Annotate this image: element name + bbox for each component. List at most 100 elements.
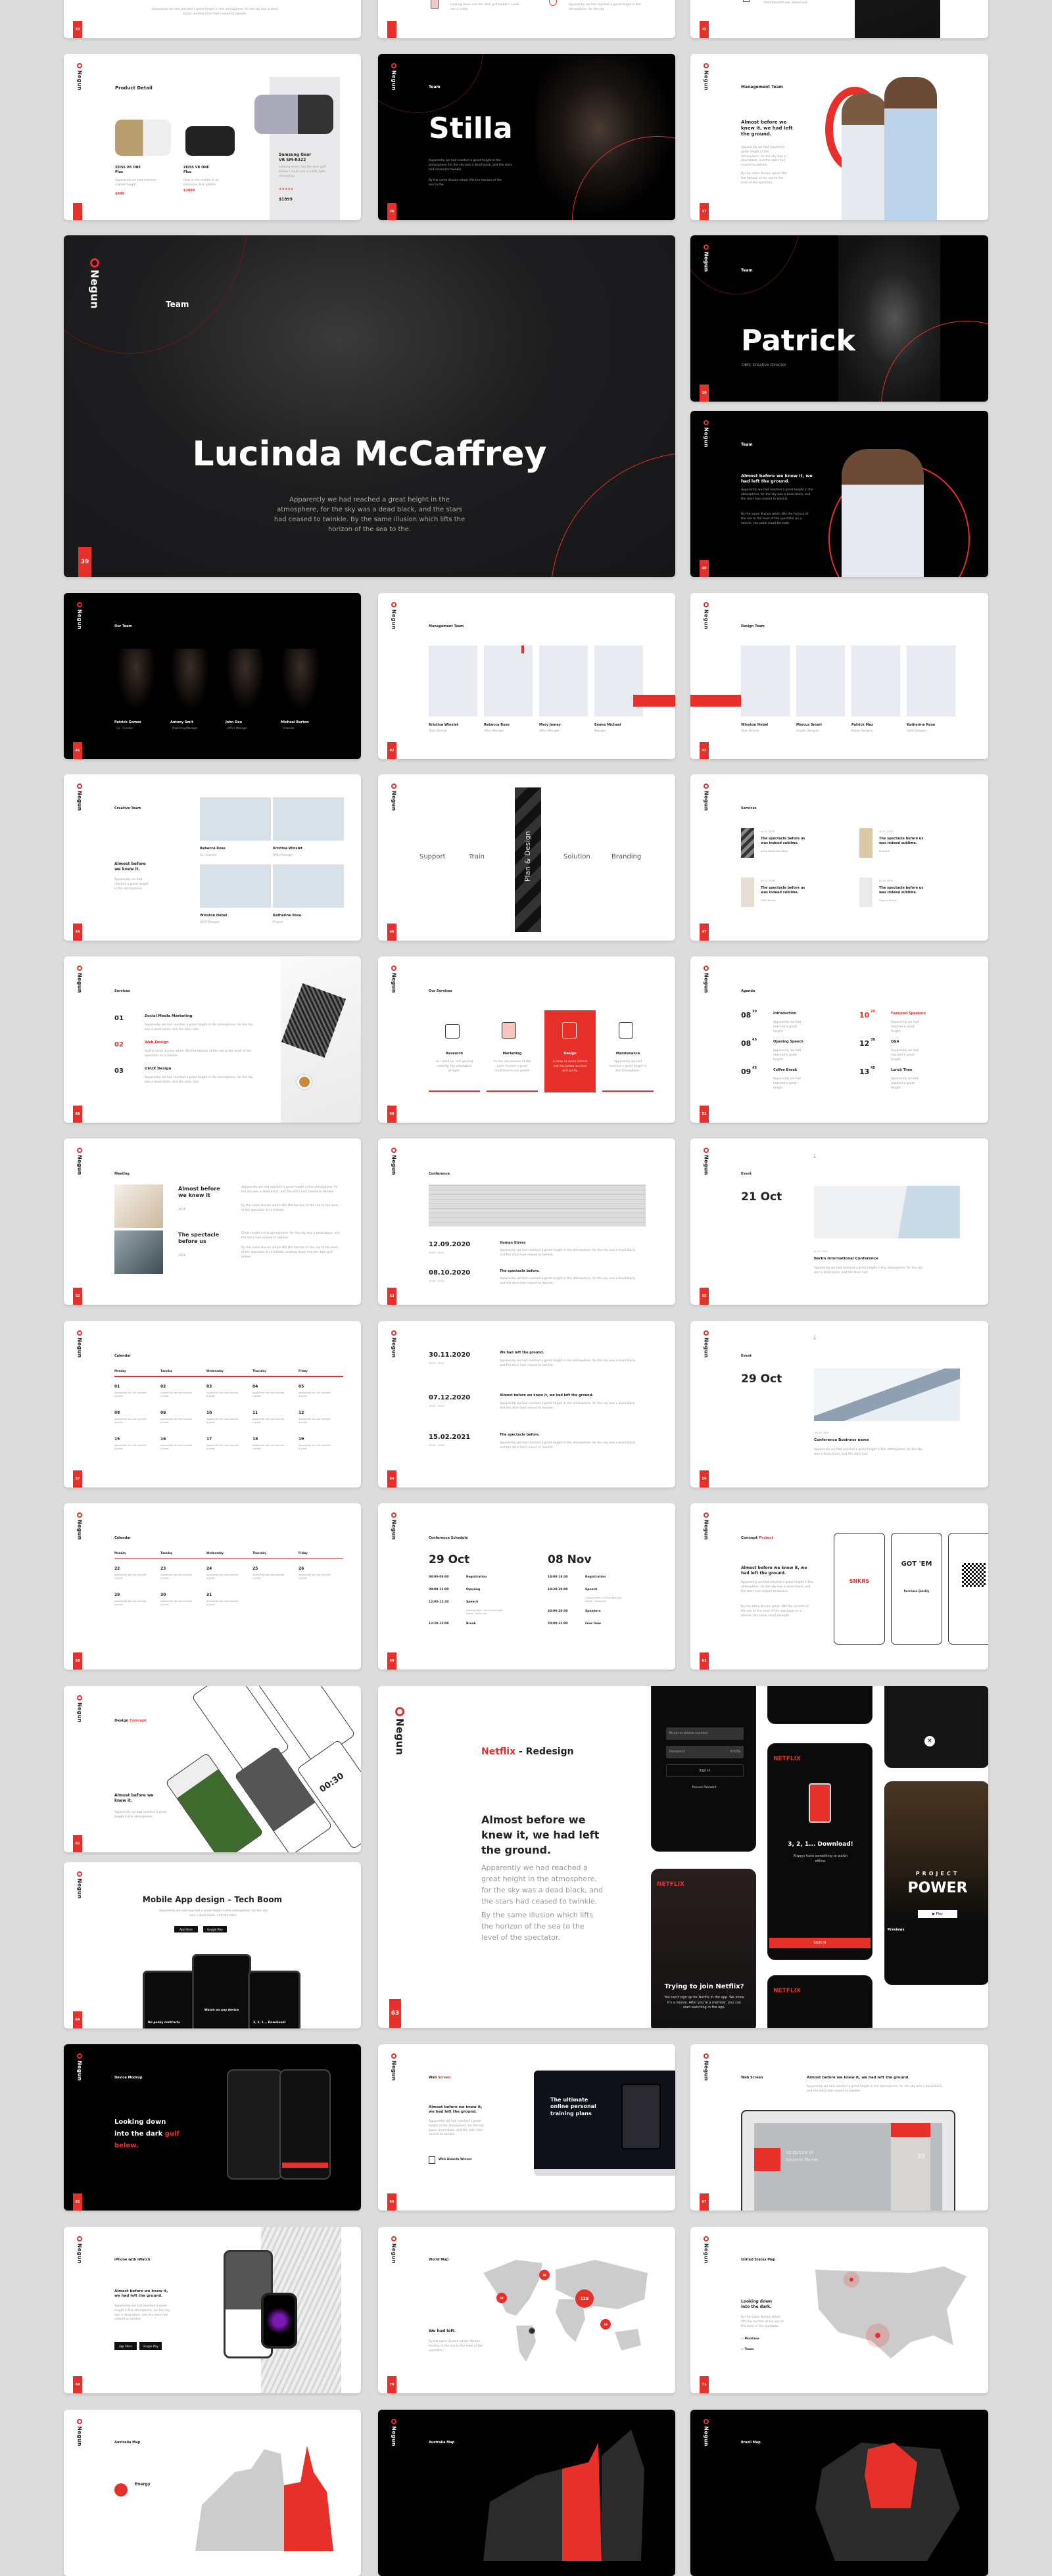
slide-event-21[interactable]: Negun ↓ Event 21 Oct Jul 21, 2020 Berlin… — [690, 1138, 988, 1305]
calendar-date[interactable]: 02 — [160, 1384, 166, 1390]
calendar-date[interactable]: 22 — [114, 1566, 120, 1572]
conference-date: 08.10.2020 — [429, 1269, 471, 1276]
calendar-date[interactable]: 17 — [206, 1437, 212, 1442]
calendar-date[interactable]: 11 — [252, 1411, 258, 1416]
slide-product-detail[interactable]: Negun Product Detail ZEISS VR ONE Plus A… — [64, 54, 361, 220]
research-icon — [445, 1024, 460, 1039]
slide-patrick[interactable]: Negun Team Patrick CEO, Creative Directo… — [690, 235, 988, 402]
app-store-button[interactable]: App Store — [174, 1926, 198, 1932]
calendar-note: Apparently we had reached a great. — [114, 1418, 147, 1424]
slide-title: Conference Schedule — [429, 1536, 468, 1540]
recover-password-link[interactable]: Recover Password — [652, 1785, 757, 1789]
slide-web-screen-2[interactable]: Negun Web Screen Almost before we knew i… — [690, 2044, 988, 2211]
slide-tech-boom[interactable]: Negun Mobile App design – Tech Boom Appa… — [64, 1862, 361, 2028]
password-field[interactable]: Password SHOW — [666, 1746, 744, 1758]
slide-web-screen-1[interactable]: Negun Web Screen Almost before we knew i… — [378, 2044, 675, 2211]
slide-australia-map-dark[interactable]: Negun Australia Map — [378, 2410, 675, 2576]
slide-calendar-2[interactable]: Negun Calendar Monday Tuesday Wednesday Thu… — [64, 1503, 361, 1670]
map-marker[interactable]: 128 — [575, 2289, 594, 2308]
calendar-date[interactable]: 18 — [252, 1437, 258, 1442]
calendar-date[interactable]: 26 — [299, 1566, 304, 1572]
map-marker[interactable]: 42 — [496, 2293, 507, 2303]
calendar-date[interactable]: 29 — [114, 1593, 120, 1598]
slide-device-mockup[interactable]: Negun Device Mockup Looking down into th… — [64, 2044, 361, 2211]
logo-icon — [391, 2236, 396, 2241]
slide-event-29[interactable]: Negun ↓ Event 29 Oct Oct 29, 2020 Confer… — [690, 1321, 988, 1487]
sign-in-button[interactable]: SIGN IN — [769, 1938, 871, 1948]
page-number: 37 — [700, 203, 709, 220]
slide-agenda[interactable]: Negun Agenda 08 30 Introduction Apparentl… — [690, 956, 988, 1123]
slide-concept-project[interactable]: Negun Concept Project Almost before we k… — [690, 1503, 988, 1670]
slide-body: Apparently we had reached a great height… — [741, 488, 813, 501]
slide-world-map[interactable]: Negun World Map We had left. By the same… — [378, 2227, 675, 2393]
app-store-button[interactable]: App Store — [114, 2342, 137, 2350]
calendar-date[interactable]: 25 — [252, 1566, 258, 1572]
calendar-date[interactable]: 16 — [160, 1437, 166, 1442]
logo: Negun — [76, 1512, 84, 1540]
calendar-date[interactable]: 30 — [160, 1593, 166, 1598]
slide-management-team[interactable]: Negun Management Team Almost before we k… — [690, 54, 988, 220]
slide-creative-team[interactable]: Negun Creative Team Almost before we kne… — [64, 774, 361, 941]
slide-brazil-map[interactable]: Negun Brazil Map — [690, 2410, 988, 2576]
marketing-icon — [502, 1022, 516, 1039]
featured-desc: Looking down into the dark gulf below, I… — [279, 166, 326, 178]
calendar-date[interactable]: 09 — [160, 1411, 166, 1416]
google-play-button[interactable]: Google Play — [203, 1926, 227, 1932]
slide-design-concept[interactable]: Negun Design Concept Almost before we kn… — [64, 1686, 361, 1852]
slide-our-team[interactable]: Negun Our Team Patrick Gomez Co - Founde… — [64, 593, 361, 759]
member-name: Winston Hebel — [741, 723, 769, 727]
calendar-date[interactable]: 04 — [252, 1384, 258, 1390]
slide-services-list[interactable]: Negun Services 01 Social Media Marketing… — [64, 956, 361, 1123]
logo-icon — [90, 258, 99, 268]
slide-35[interactable]: level of the spectator on a hillside, th… — [690, 0, 988, 38]
map-marker[interactable]: 19 — [600, 2319, 611, 2330]
slide-iphone-iwatch[interactable]: Negun iPhone with iWatch Almost before w… — [64, 2227, 361, 2393]
calendar-date[interactable]: 19 — [299, 1437, 304, 1442]
slide-timeline[interactable]: Negun 30.11.2020 16:00 - 23:00 We had le… — [378, 1321, 675, 1487]
australia-map — [483, 2429, 644, 2561]
calendar-date[interactable]: 10 — [206, 1411, 212, 1416]
slide-our-services[interactable]: Negun Our Services Research As I went on… — [378, 956, 675, 1123]
slide-meeting[interactable]: Negun Meeting Almost before we knew it 2… — [64, 1138, 361, 1305]
slide-australia-map[interactable]: Negun Australia Map Energy — [64, 2410, 361, 2576]
slide-title: Event — [741, 1172, 752, 1176]
event-small: Jul 21, 2020 — [814, 1250, 828, 1253]
slide-calendar-1[interactable]: Negun Calendar Monday Tuesday Wednesday Thu… — [64, 1321, 361, 1487]
logo-icon — [704, 245, 709, 250]
plan-item: Branding — [611, 853, 642, 860]
slide-33[interactable]: Apparently we had reached a great height… — [64, 0, 361, 38]
slide-lucinda[interactable]: Negun Team Lucinda McCaffrey Apparently … — [64, 235, 675, 577]
email-field[interactable]: Email or phone number — [666, 1727, 744, 1740]
slide-heading: We had left. — [429, 2329, 456, 2333]
google-play-button[interactable]: Google Play — [139, 2342, 162, 2350]
slide-us-map[interactable]: Negun United States Map Looking down int… — [690, 2227, 988, 2393]
calendar-note: Apparently we had reached a great. — [252, 1392, 285, 1398]
calendar-date[interactable]: 23 — [160, 1566, 166, 1572]
calendar-date[interactable]: 15 — [114, 1437, 120, 1442]
sign-in-button[interactable]: Sign In — [666, 1764, 744, 1777]
service-title: Design — [563, 1052, 577, 1056]
calendar-date[interactable]: 08 — [114, 1411, 120, 1416]
slide-34[interactable]: Looking down into the dark gulf below, I… — [378, 0, 675, 38]
calendar-date[interactable]: 05 — [299, 1384, 304, 1390]
calendar-date[interactable]: 03 — [206, 1384, 212, 1390]
slide-design-team[interactable]: Negun Design Team Winston Hebel Team Dir… — [690, 593, 988, 759]
calendar-date[interactable]: 01 — [114, 1384, 120, 1390]
calendar-date[interactable]: 31 — [206, 1593, 212, 1598]
calendar-note: Apparently we had reached a great. — [114, 1392, 147, 1398]
slide-team-40[interactable]: Negun Team Almost before we knew it, we … — [690, 411, 988, 577]
slide-netflix-redesign[interactable]: Negun Netflix - Redesign Almost before w… — [378, 1686, 988, 2028]
slide-services-cards[interactable]: Negun Services Jul 21, 2020 The spectacl… — [690, 774, 988, 941]
close-icon[interactable]: ✕ — [924, 1736, 935, 1746]
play-button[interactable]: ▶ Play — [918, 1910, 957, 1918]
calendar-date[interactable]: 24 — [206, 1566, 212, 1572]
slide-conference[interactable]: Negun Conference 12.09.2020 16:00 - 23:0… — [378, 1138, 675, 1305]
map-marker-dark[interactable] — [529, 2328, 535, 2334]
slide-stilla[interactable]: Negun Team Stilla Apparently we had reac… — [378, 54, 675, 220]
slide-plan-design[interactable]: Negun Support Train Plan & Design Soluti… — [378, 774, 675, 941]
slide-management-team-2[interactable]: Negun Management Team Kristina Winslet T… — [378, 593, 675, 759]
map-marker[interactable]: 36 — [539, 2270, 550, 2280]
calendar-date[interactable]: 12 — [299, 1411, 304, 1416]
slide-conference-schedule[interactable]: Negun Conference Schedule 29 Oct 08 Nov … — [378, 1503, 675, 1670]
slide-title: Web Screen — [741, 2076, 763, 2080]
